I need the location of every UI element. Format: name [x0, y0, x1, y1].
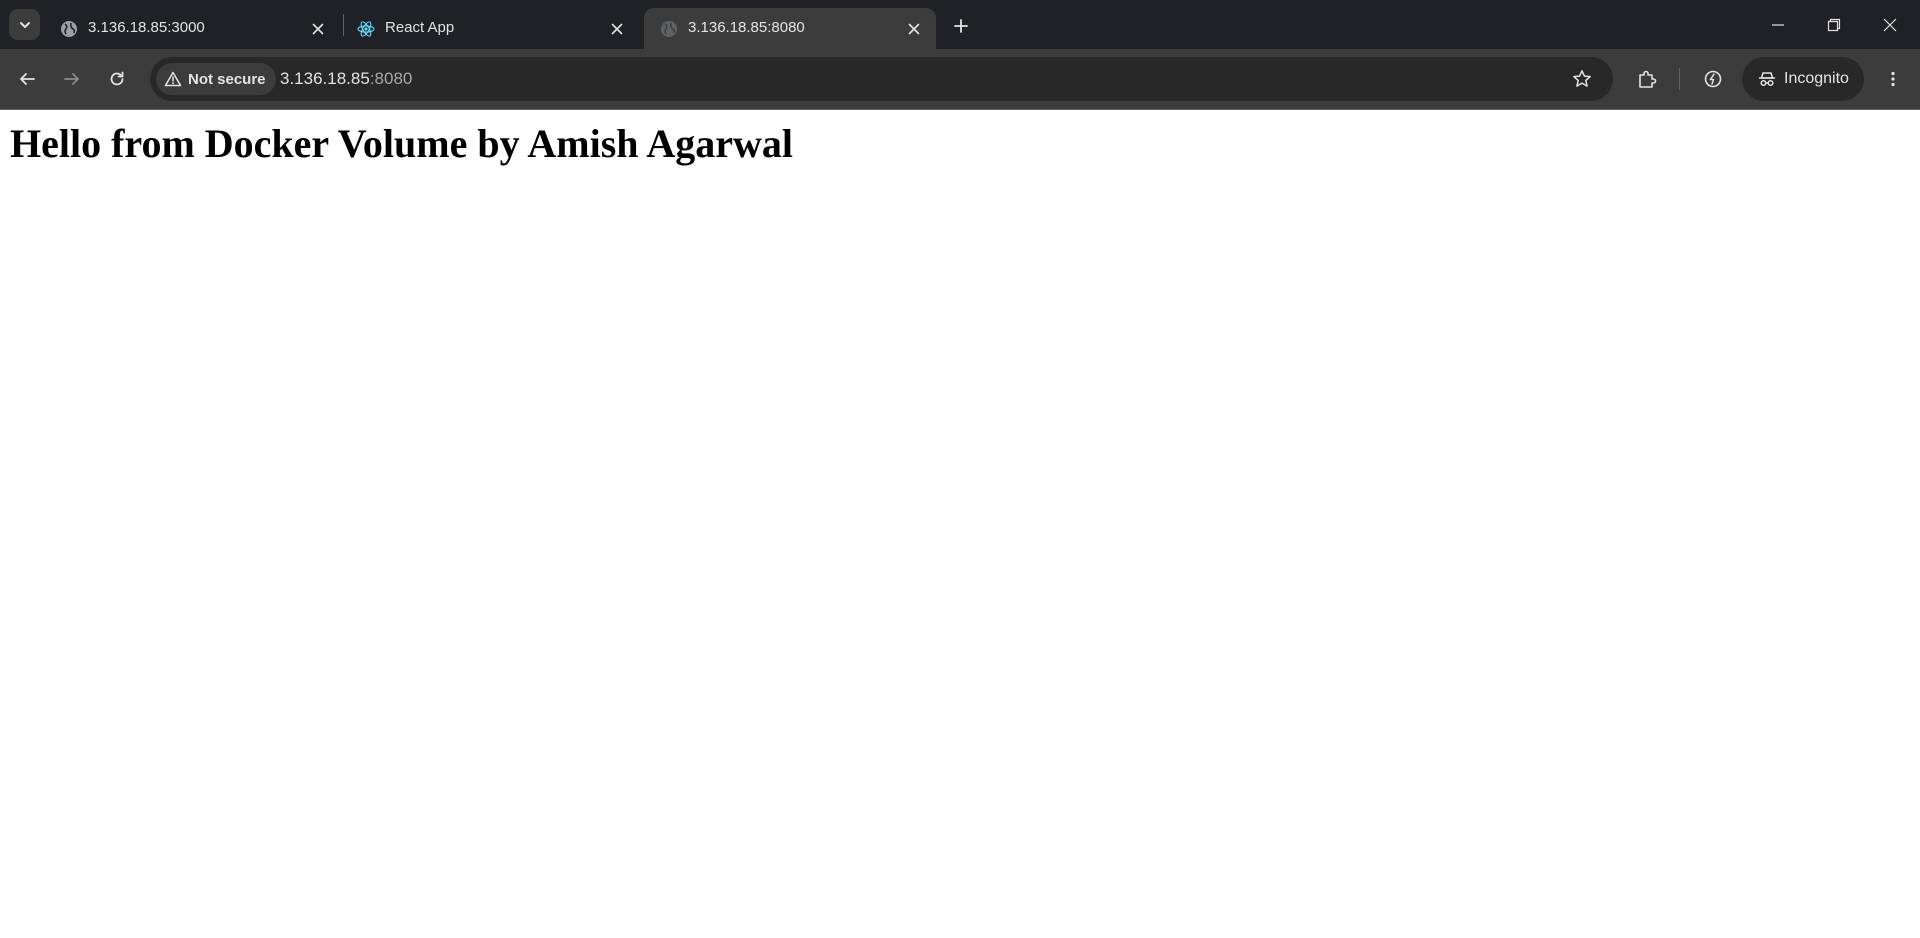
page-viewport: Hello from Docker Volume by Amish Agarwa…: [0, 110, 1920, 938]
more-vert-icon: [1891, 71, 1895, 87]
close-icon: [611, 23, 623, 35]
tab-close-button[interactable]: [607, 19, 627, 39]
address-bar[interactable]: Not secure 3.136.18.85:8080: [150, 57, 1613, 101]
browser-toolbar: Not secure 3.136.18.85:8080 Incognito: [0, 49, 1920, 109]
plus-icon: [954, 19, 968, 33]
puzzle-icon: [1639, 70, 1657, 88]
restore-icon: [1827, 18, 1841, 31]
bookmark-button[interactable]: [1564, 61, 1600, 97]
security-label: Not secure: [188, 70, 266, 88]
tab-2[interactable]: React App: [341, 8, 633, 49]
warning-icon: [164, 71, 182, 87]
close-icon: [1883, 18, 1897, 31]
tab-search-button[interactable]: [9, 9, 40, 40]
tab-title: React App: [385, 19, 455, 36]
toolbar-separator: [1679, 68, 1680, 90]
tab-title: 3.136.18.85:3000: [88, 19, 205, 36]
page-heading: Hello from Docker Volume by Amish Agarwa…: [10, 121, 793, 166]
tab-close-button[interactable]: [904, 19, 924, 39]
url-port: :8080: [369, 69, 413, 88]
restore-button[interactable]: [1806, 0, 1862, 49]
close-icon: [908, 23, 920, 35]
incognito-icon: [1758, 72, 1776, 87]
tab-strip: 3.136.18.85:3000 React App 3.136.18.85:8…: [0, 0, 1920, 49]
forward-button[interactable]: [54, 61, 90, 97]
tab-3-active[interactable]: 3.136.18.85:8080: [644, 8, 936, 49]
back-button[interactable]: [9, 61, 45, 97]
react-icon: [357, 21, 375, 37]
globe-icon: [61, 21, 77, 37]
reload-icon: [110, 71, 124, 86]
url-host: 3.136.18.85: [280, 69, 370, 88]
tab-close-button[interactable]: [308, 19, 328, 39]
minimize-button[interactable]: [1750, 0, 1806, 49]
tab-title: 3.136.18.85:8080: [688, 19, 805, 36]
menu-button[interactable]: [1875, 61, 1911, 97]
close-icon: [312, 23, 324, 35]
energy-saver-icon: [1704, 70, 1722, 88]
reload-button[interactable]: [99, 61, 135, 97]
chevron-down-icon: [19, 21, 30, 28]
tab-1[interactable]: 3.136.18.85:3000: [44, 8, 336, 49]
performance-button[interactable]: [1695, 61, 1731, 97]
security-indicator[interactable]: Not secure: [156, 63, 276, 95]
url-text[interactable]: 3.136.18.85:8080: [280, 69, 412, 89]
arrow-left-icon: [20, 73, 35, 85]
close-window-button[interactable]: [1862, 0, 1918, 49]
incognito-label: Incognito: [1784, 70, 1849, 87]
arrow-right-icon: [64, 73, 79, 85]
star-icon: [1573, 70, 1591, 87]
globe-icon: [661, 21, 677, 37]
extensions-button[interactable]: [1629, 61, 1665, 97]
new-tab-button[interactable]: [947, 12, 975, 40]
minimize-icon: [1772, 23, 1784, 26]
incognito-indicator[interactable]: Incognito: [1742, 57, 1864, 101]
